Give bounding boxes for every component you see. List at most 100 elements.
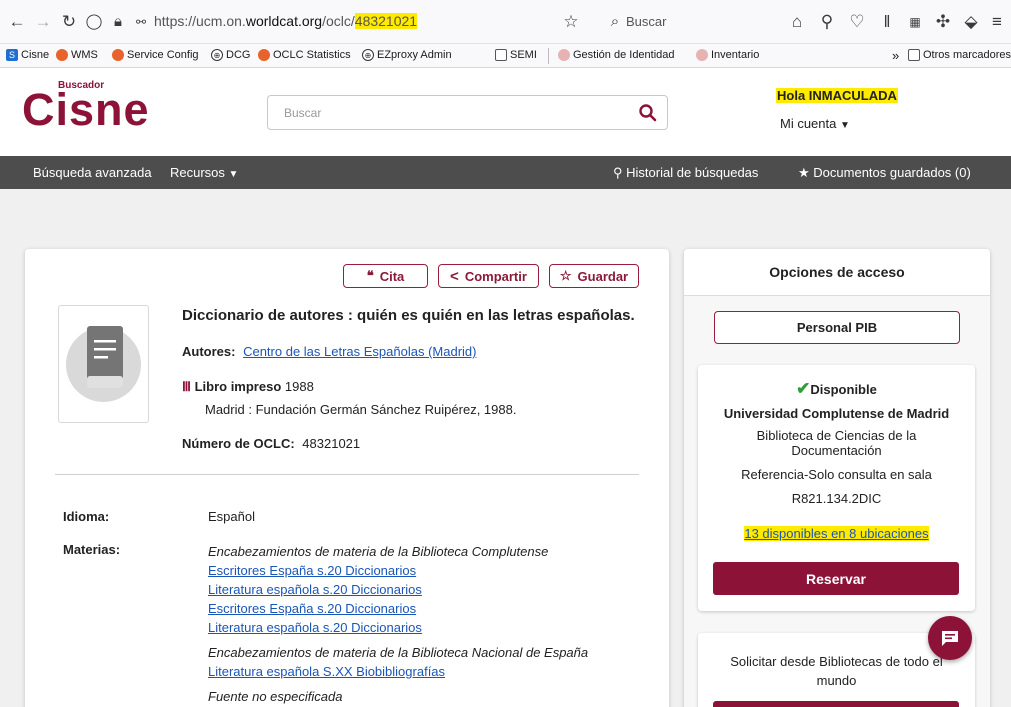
- chevron-down-icon: ▼: [228, 169, 239, 180]
- lock-icon[interactable]: 🔒︎: [107, 12, 129, 32]
- url-prefix: https://ucm.on.: [154, 13, 246, 29]
- search-icon[interactable]: [639, 104, 657, 122]
- chat-button[interactable]: [928, 616, 972, 660]
- holding-callnumber: R821.134.2DIC: [791, 491, 882, 506]
- share-label: Compartir: [464, 268, 527, 284]
- format-label: Libro impreso: [194, 379, 282, 394]
- search-icon: ⌕: [610, 13, 620, 30]
- subjects-label: Materias:: [63, 542, 121, 557]
- holding-panel: ✔Disponible Universidad Complutense de M…: [698, 365, 975, 611]
- bookmarks-bar: S Cisne WMS Service Config ⊕ DCG OCLC Stat…: [0, 44, 1011, 68]
- history-search-icon: ⚲: [613, 165, 623, 180]
- oclc-favicon-icon: [258, 49, 270, 61]
- bookmark-service-config[interactable]: Service Config: [112, 49, 199, 61]
- bookmark-label: Cisne: [21, 49, 50, 61]
- url-path: /oclc/: [322, 13, 355, 29]
- status-label: Disponible: [810, 382, 877, 397]
- bookmark-ezproxy-admin[interactable]: ⊕ EZproxy Admin: [362, 49, 452, 61]
- menu-icon[interactable]: ≡: [986, 12, 1008, 32]
- main-nav: Búsqueda avanzada Recursos ▼ ⚲ Historial…: [0, 156, 1011, 189]
- nav-resources[interactable]: Recursos ▼: [170, 165, 238, 180]
- url-domain: worldcat.org: [245, 13, 323, 29]
- subject-link[interactable]: Literatura española s.20 Diccionarios: [208, 620, 422, 635]
- nav-search-history[interactable]: ⚲ Historial de búsquedas: [613, 165, 758, 181]
- cisne-logo[interactable]: Buscador Cisne: [22, 80, 150, 133]
- nav-saved-documents[interactable]: ★ Documentos guardados (0): [798, 165, 971, 181]
- wms-favicon-icon: [56, 49, 68, 61]
- holding-university: Universidad Complutense de Madrid: [723, 406, 950, 421]
- url-bar[interactable]: https://ucm.on.worldcat.org/oclc/4832102…: [154, 13, 418, 29]
- reload-icon[interactable]: ↻: [58, 12, 80, 32]
- bookmark-label: Inventario: [711, 49, 760, 61]
- reserve-button[interactable]: Reservar: [713, 562, 959, 595]
- oclc-label: Número de OCLC:: [182, 436, 295, 451]
- back-icon[interactable]: ←: [6, 12, 28, 32]
- book-cover: [58, 305, 149, 423]
- save-button[interactable]: ☆ Guardar: [549, 264, 639, 288]
- nav-advanced-search[interactable]: Búsqueda avanzada: [33, 165, 152, 180]
- record-title: Diccionario de autores : quién es quién …: [182, 307, 635, 324]
- bookmark-inventario[interactable]: Inventario: [696, 49, 759, 61]
- url-highlight: 48321021: [354, 13, 418, 29]
- extension-2-icon[interactable]: ⬙: [960, 12, 982, 32]
- availability-link[interactable]: 13 disponibles en 8 ubicaciones: [744, 526, 929, 541]
- request-button[interactable]: [713, 701, 959, 707]
- shield-icon[interactable]: ◯: [83, 12, 105, 32]
- subject-link[interactable]: Literatura española s.20 Diccionarios: [208, 582, 422, 597]
- holding-library: Biblioteca de Ciencias de la Documentaci…: [756, 428, 917, 458]
- forward-icon[interactable]: →: [32, 12, 54, 32]
- browser-search-input[interactable]: Buscar: [626, 14, 666, 29]
- home-icon[interactable]: ⌂: [786, 12, 808, 32]
- bookmark-oclc-statistics[interactable]: OCLC Statistics: [258, 49, 351, 61]
- language-value: Español: [208, 509, 255, 524]
- cite-button[interactable]: ❝ Cita: [343, 264, 428, 288]
- chat-icon: [942, 631, 958, 646]
- cisne-favicon-icon: S: [6, 49, 18, 61]
- bookmark-wms[interactable]: WMS: [56, 49, 98, 61]
- divider: [55, 474, 639, 475]
- share-button[interactable]: < Compartir: [438, 264, 539, 288]
- star-bookmark-icon[interactable]: ☆: [560, 12, 582, 32]
- extension-icon[interactable]: ⚲: [816, 12, 838, 32]
- bookmark-label: SEMI: [510, 49, 537, 61]
- record-card: ❝ Cita < Compartir ☆ Guardar Diccionario de…: [25, 249, 669, 707]
- bookmark-dcg[interactable]: ⊕ DCG: [211, 49, 250, 61]
- bookmark-gestion-identidad[interactable]: Gestión de Identidad: [558, 49, 675, 61]
- nav-history-label: Historial de búsquedas: [626, 165, 759, 180]
- author-link[interactable]: Centro de las Letras Españolas (Madrid): [243, 344, 476, 359]
- site-search-input[interactable]: Buscar: [284, 106, 321, 120]
- permissions-icon[interactable]: ⚯: [130, 12, 152, 32]
- logo-small-text: Buscador: [58, 80, 105, 91]
- subject-link[interactable]: Literatura española S.XX Biobibliografía…: [208, 664, 445, 679]
- site-search-box[interactable]: Buscar: [267, 95, 668, 130]
- qr-icon[interactable]: ▦: [904, 12, 926, 32]
- request-text: Solicitar desde Bibliotecas de todo el m…: [730, 654, 943, 688]
- subject-group-heading: Encabezamientos de materia de la Bibliot…: [208, 544, 549, 559]
- globe-icon: ⊕: [211, 49, 223, 61]
- chevron-right-icon[interactable]: »: [892, 48, 899, 63]
- bookmark-otros-marcadores[interactable]: Otros marcadores: [908, 49, 1011, 61]
- record-oclc: Número de OCLC: 48321021: [182, 436, 360, 451]
- inventario-favicon-icon: [696, 49, 708, 61]
- library-icon[interactable]: ‖: [876, 12, 898, 32]
- bookmark-semi[interactable]: SEMI: [495, 49, 537, 61]
- personal-pib-button[interactable]: Personal PIB: [714, 311, 960, 344]
- share-icon: <: [450, 267, 459, 285]
- puzzle-icon[interactable]: ✣: [932, 12, 954, 32]
- availability-status: ✔Disponible: [698, 379, 975, 399]
- folder-icon: [495, 49, 507, 61]
- pocket-icon[interactable]: ♡: [846, 12, 868, 32]
- book-icon: [87, 326, 123, 388]
- cite-label: Cita: [379, 268, 405, 284]
- quote-icon: ❝: [366, 268, 374, 283]
- subject-link[interactable]: Escritores España s.20 Diccionarios: [208, 601, 416, 616]
- subject-link[interactable]: Escritores España s.20 Diccionarios: [208, 563, 416, 578]
- authors-label: Autores:: [182, 344, 236, 359]
- account-menu[interactable]: Mi cuenta ▼: [780, 116, 850, 131]
- bookmark-label: EZproxy Admin: [377, 49, 452, 61]
- oclc-number: 48321021: [302, 436, 361, 451]
- access-options-heading: Opciones de acceso: [769, 264, 905, 280]
- nav-saved-label: Documentos guardados (0): [813, 165, 971, 180]
- user-greeting: Hola INMACULADA: [776, 88, 898, 103]
- bookmark-cisne[interactable]: S Cisne: [6, 49, 49, 61]
